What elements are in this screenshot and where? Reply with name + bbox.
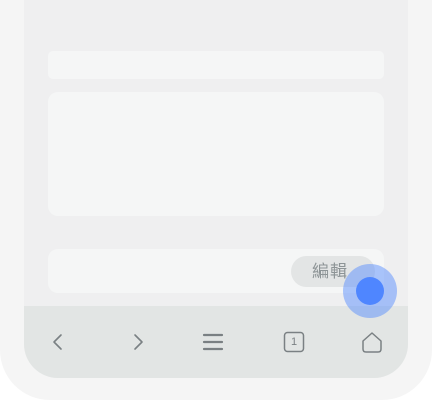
back-icon	[53, 334, 62, 350]
home-icon	[362, 332, 382, 353]
menu-icon	[202, 333, 224, 351]
tab-count: 1	[290, 336, 298, 348]
menu-button[interactable]	[195, 324, 231, 360]
forward-icon	[134, 334, 143, 350]
home-button[interactable]	[354, 324, 390, 360]
content-card-placeholder	[48, 92, 384, 216]
browser-screen: 編輯 1	[24, 0, 408, 378]
touch-dot	[356, 277, 384, 305]
tabs-button[interactable]: 1	[276, 324, 312, 360]
forward-button[interactable]	[120, 324, 156, 360]
touch-indicator	[343, 264, 397, 318]
bottom-toolbar: 1	[24, 306, 408, 378]
content-bar-placeholder	[48, 51, 384, 79]
back-button[interactable]	[40, 324, 76, 360]
